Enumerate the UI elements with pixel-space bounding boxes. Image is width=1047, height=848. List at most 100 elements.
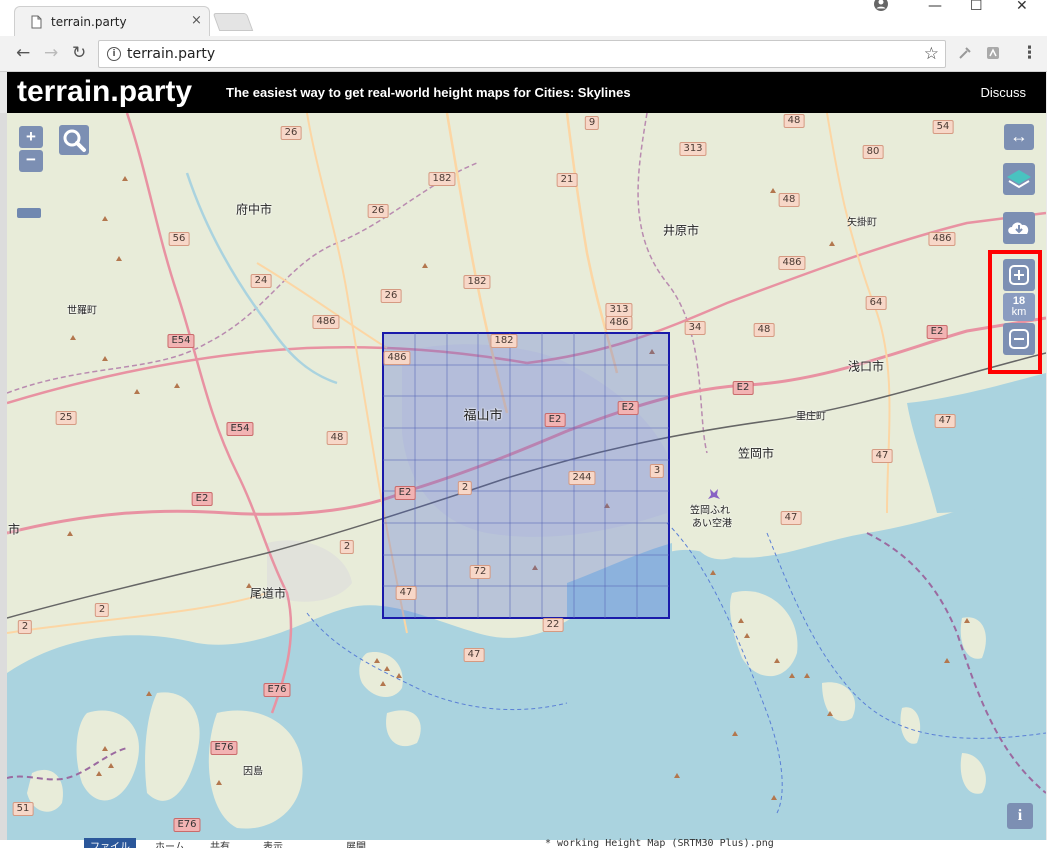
maximize-button[interactable]: ☐ — [970, 0, 983, 14]
selection-box — [382, 332, 670, 619]
route-shield: E2 — [191, 492, 213, 506]
route-shield: 48 — [778, 193, 800, 207]
route-shield: 182 — [463, 275, 491, 289]
route-shield: E2 — [732, 381, 754, 395]
place-label: 笠岡市 — [737, 446, 775, 461]
route-shield: 48 — [753, 323, 775, 337]
map-tiles — [7, 113, 1046, 840]
route-shield: 47 — [780, 511, 802, 525]
route-shield: 2 — [339, 540, 355, 554]
background-window-filename: * working Height Map (SRTM30 Plus).png — [545, 838, 774, 848]
back-button[interactable]: ← — [16, 44, 30, 62]
discuss-link[interactable]: Discuss — [980, 85, 1026, 100]
url-text: terrain.party — [127, 46, 216, 62]
profile-icon[interactable] — [873, 0, 889, 12]
route-shield: 26 — [380, 289, 402, 303]
route-shield: E76 — [210, 741, 238, 755]
route-shield: E76 — [263, 683, 291, 697]
route-shield: 47 — [463, 648, 485, 662]
route-shield: 25 — [55, 411, 77, 425]
window-close-button[interactable]: ✕ — [1016, 0, 1028, 14]
download-button[interactable] — [1003, 212, 1035, 244]
browser-tab[interactable]: terrain.party × — [14, 6, 210, 36]
route-shield: 72 — [469, 565, 491, 579]
route-shield: 48 — [783, 114, 805, 128]
pdf-extension-icon[interactable] — [985, 45, 1001, 61]
explorer-tab-extract[interactable]: 展開 — [346, 838, 366, 848]
route-shield: 486 — [312, 315, 340, 329]
place-label: 尾道市 — [249, 586, 287, 601]
info-icon[interactable]: i — [107, 47, 121, 61]
place-label: 里庄町 — [796, 411, 826, 423]
route-shield: 64 — [865, 296, 887, 310]
route-shield: 3 — [649, 464, 665, 478]
route-shield: 21 — [556, 173, 578, 187]
site-title[interactable]: terrain.party — [17, 75, 192, 109]
info-button[interactable]: i — [1007, 803, 1033, 829]
place-label: 矢掛町 — [847, 217, 877, 229]
place-label: 世羅町 — [67, 305, 97, 317]
route-shield: 182 — [490, 334, 518, 348]
minimize-button[interactable]: — — [928, 0, 942, 14]
zoom-out-button[interactable]: − — [19, 150, 43, 172]
place-label: 浅口市 — [847, 359, 885, 374]
forward-button[interactable]: → — [44, 44, 58, 62]
explorer-tab-share[interactable]: 共有 — [210, 838, 230, 848]
layers-button[interactable] — [1003, 163, 1035, 195]
route-shield: E2 — [544, 413, 566, 427]
route-shield: 80 — [862, 145, 884, 159]
search-button[interactable] — [59, 125, 89, 155]
route-shield: E2 — [926, 325, 948, 339]
route-shield: 51 — [12, 802, 34, 816]
tab-close-icon[interactable]: × — [191, 13, 202, 28]
route-shield: 24 — [250, 274, 272, 288]
route-shield: 182 — [428, 172, 456, 186]
explorer-tab-home[interactable]: ホーム — [155, 838, 185, 848]
explorer-tab-view[interactable]: 表示 — [263, 838, 283, 848]
place-label: 井原市 — [662, 223, 700, 238]
route-shield: 22 — [542, 618, 564, 632]
route-shield: 47 — [871, 449, 893, 463]
screen: terrain.party × — ☐ ✕ ← → ↻ i terrain.pa… — [0, 0, 1047, 848]
browser-menu-icon[interactable]: ⋮ — [1021, 44, 1038, 62]
background-window-edge — [0, 113, 7, 840]
reload-button[interactable]: ↻ — [72, 44, 86, 62]
route-shield: 2 — [457, 481, 473, 495]
page-icon — [31, 15, 42, 29]
bookmark-star-icon[interactable]: ☆ — [924, 44, 939, 64]
route-shield: 26 — [367, 204, 389, 218]
route-shield: 47 — [934, 414, 956, 428]
place-label: 市 — [7, 522, 21, 537]
route-shield: 486 — [383, 351, 411, 365]
annotation-highlight-box — [988, 250, 1042, 374]
zoom-slider-handle[interactable] — [17, 208, 41, 218]
route-shield: E2 — [617, 401, 639, 415]
route-shield: 54 — [932, 120, 954, 134]
place-label: 府中市 — [235, 202, 273, 217]
sea-east — [907, 373, 1046, 513]
route-shield: 9 — [584, 116, 600, 130]
route-shield: E76 — [173, 818, 201, 832]
road — [7, 592, 268, 634]
site-tagline: The easiest way to get real-world height… — [226, 85, 631, 100]
zoom-in-button[interactable]: + — [19, 126, 43, 148]
new-tab-button[interactable] — [212, 13, 254, 31]
explorer-tab-file[interactable]: ファイル — [84, 838, 136, 848]
eyedropper-extension-icon[interactable] — [957, 45, 973, 61]
route-shield: 486 — [605, 316, 633, 330]
route-shield: E54 — [167, 334, 195, 348]
route-shield: 486 — [778, 256, 806, 270]
tab-strip: terrain.party × — ☐ ✕ — [0, 0, 1047, 36]
route-shield: 2 — [17, 620, 33, 634]
route-shield: 486 — [928, 232, 956, 246]
address-bar[interactable]: i terrain.party ☆ — [98, 40, 946, 68]
route-shield: 244 — [568, 471, 596, 485]
route-shield: 313 — [605, 303, 633, 317]
route-shield: 34 — [684, 321, 706, 335]
route-shield: 48 — [326, 431, 348, 445]
map-canvas[interactable]: 26 9 48 54 313 80 182 21 48 26 56 486 24 486 182 26 313 4… — [7, 113, 1046, 840]
site-header: terrain.party The easiest way to get rea… — [7, 72, 1046, 113]
expand-button[interactable]: ↔ — [1004, 124, 1034, 150]
tab-title: terrain.party — [51, 15, 127, 29]
browser-toolbar: ← → ↻ i terrain.party ☆ ⋮ — [0, 36, 1047, 72]
